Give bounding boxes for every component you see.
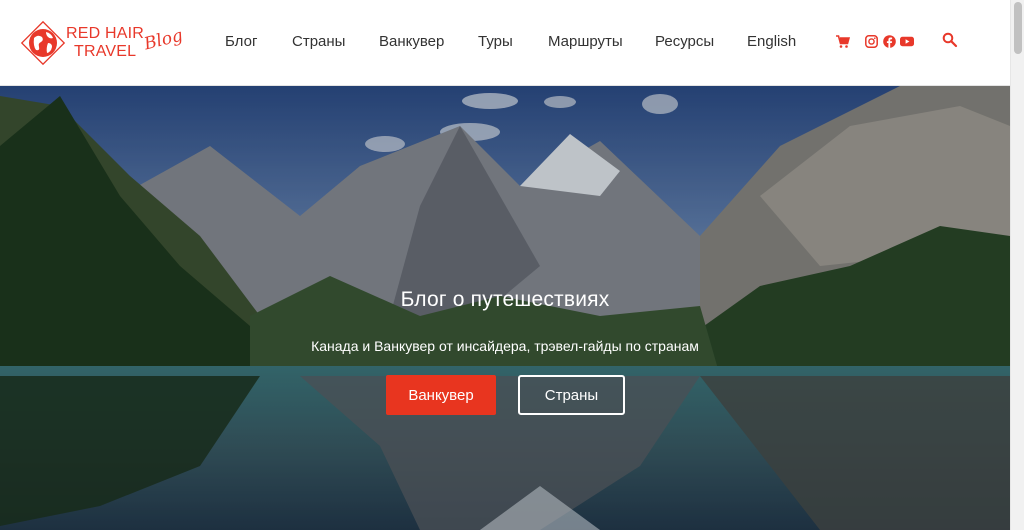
globe-logo-icon	[20, 20, 66, 66]
logo-text-line1: RED HAIR	[66, 25, 145, 42]
nav-item-countries[interactable]: Страны	[292, 33, 345, 50]
youtube-icon[interactable]	[900, 35, 914, 49]
nav-item-english[interactable]: English	[747, 33, 796, 50]
nav-item-tours[interactable]: Туры	[478, 33, 513, 50]
scrollbar-thumb[interactable]	[1014, 2, 1022, 54]
logo-text-line2: TRAVEL	[74, 43, 137, 60]
nav-item-routes[interactable]: Маршруты	[548, 33, 623, 50]
facebook-icon[interactable]	[883, 35, 896, 49]
search-icon[interactable]	[942, 32, 958, 53]
site-logo[interactable]: RED HAIR TRAVEL Blog	[18, 18, 188, 68]
hero-section: Блог о путешествиях Канада и Ванкувер от…	[0, 86, 1010, 530]
nav-item-resources[interactable]: Ресурсы	[655, 33, 714, 50]
site-header: RED HAIR TRAVEL Blog Блог Страны Ванкуве…	[0, 0, 1010, 86]
countries-button[interactable]: Страны	[518, 375, 625, 415]
logo-script-text: Blog	[142, 25, 185, 55]
instagram-icon[interactable]	[865, 35, 878, 49]
cart-icon[interactable]	[836, 35, 850, 49]
page-scrollbar[interactable]	[1010, 0, 1024, 530]
vancouver-button[interactable]: Ванкувер	[386, 375, 496, 415]
nav-item-vancouver[interactable]: Ванкувер	[379, 33, 444, 50]
hero-subtitle: Канада и Ванкувер от инсайдера, трэвел-г…	[311, 338, 699, 354]
nav-item-blog[interactable]: Блог	[225, 33, 257, 50]
hero-title: Блог о путешествиях	[400, 288, 610, 311]
